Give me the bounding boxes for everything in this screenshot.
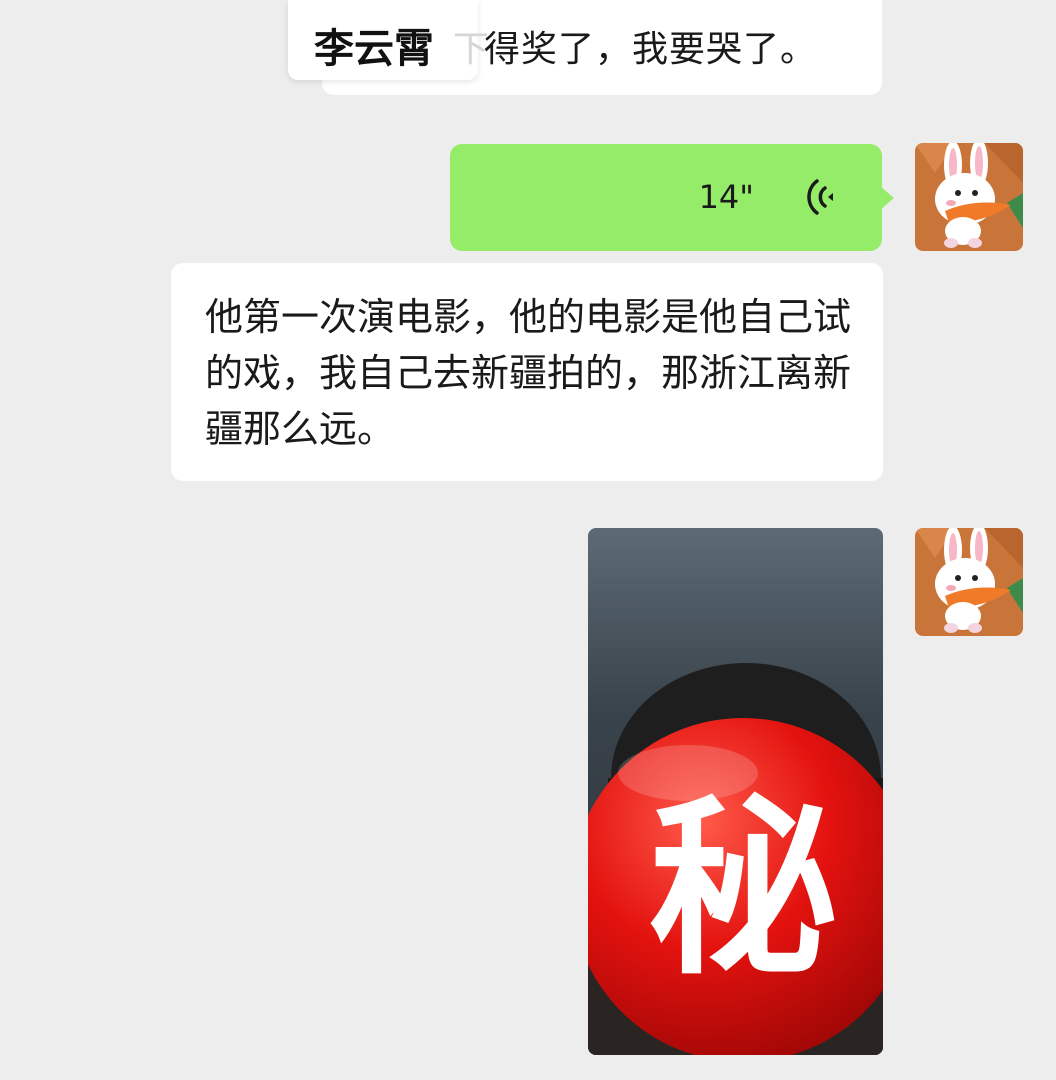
sender-name: 李云霄 [314,26,434,72]
message-text: 他第一次演电影，他的电影是他自己试的戏，我自己去新疆拍的，那浙江离新疆那么远。 [205,295,852,451]
voice-wave-icon [807,179,833,215]
bubble-tail [880,186,894,210]
voice-message-bubble[interactable]: 14" [450,144,882,251]
voice-duration: 14" [698,178,754,216]
censor-character: 秘 [647,779,838,1000]
avatar[interactable] [915,143,1023,251]
message-bubble-received[interactable]: 他第一次演电影，他的电影是他自己试的戏，我自己去新疆拍的，那浙江离新疆那么远。 [171,263,883,481]
avatar-bunny-icon [915,528,1023,636]
avatar-bunny-icon [915,143,1023,251]
avatar[interactable] [915,528,1023,636]
message-text: 得奖了，我要哭了。 [484,29,818,70]
faded-glyph: 下 [453,29,490,70]
sender-name-tag: 李云霄 下 [288,0,489,80]
photo-message[interactable]: 秘 [588,528,883,1055]
